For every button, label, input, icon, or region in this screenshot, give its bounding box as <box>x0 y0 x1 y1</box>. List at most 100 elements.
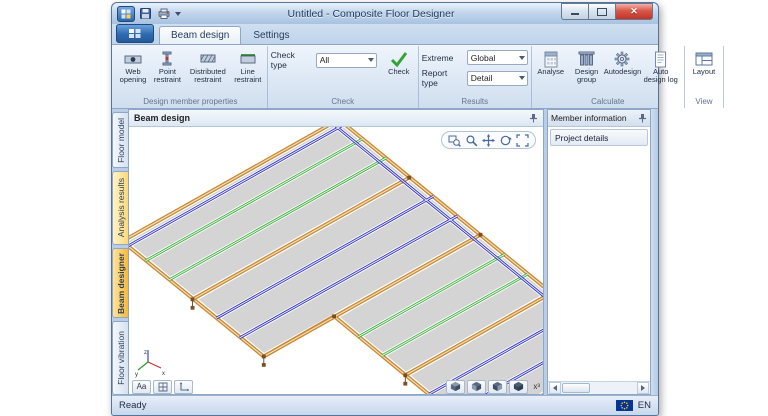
gear-icon <box>614 50 630 68</box>
language-indicator[interactable]: EN <box>638 400 651 411</box>
pan-button[interactable] <box>481 133 496 147</box>
application-menu-button[interactable] <box>116 24 154 43</box>
distributed-restraint-button[interactable]: Distributed restraint <box>186 47 230 85</box>
group-label-results: Results <box>461 97 489 106</box>
check-type-value: All <box>319 55 330 65</box>
scrollbar-thumb[interactable] <box>562 383 590 393</box>
analyse-button[interactable]: Analyse <box>535 47 567 77</box>
scroll-right-button[interactable] <box>637 382 649 394</box>
axis-y-label: y <box>135 372 138 378</box>
layout-label: Layout <box>692 67 716 76</box>
view-front-button[interactable] <box>467 379 487 394</box>
canvas-header: Beam design <box>129 110 543 127</box>
design-group-button[interactable]: Design group <box>569 47 605 85</box>
status-text: Ready <box>119 400 147 411</box>
close-button[interactable]: ✕ <box>615 3 653 20</box>
tab-beam-design[interactable]: Beam design <box>159 26 242 44</box>
sidebar-tab-beam-designer[interactable]: Beam designer <box>112 248 128 318</box>
axes-icon <box>179 382 189 391</box>
point-restraint-button[interactable]: Point restraint <box>151 47 184 85</box>
design-group-label: Design group <box>574 67 599 84</box>
document-icon <box>653 50 668 68</box>
point-restraint-icon <box>158 50 176 68</box>
extreme-value: Global <box>470 52 496 63</box>
axes-toggle-button[interactable] <box>174 379 193 394</box>
minimize-icon <box>571 13 579 15</box>
zoom-window-icon <box>448 135 461 147</box>
view-side-button[interactable] <box>488 379 508 394</box>
canvas-bottom-bar: Aa x³ <box>132 379 540 394</box>
axis-triad: z y x <box>135 350 165 378</box>
member-information-header[interactable]: Member information <box>548 110 650 127</box>
save-icon[interactable] <box>138 7 153 20</box>
report-type-select[interactable]: Detail <box>466 70 528 86</box>
web-opening-button[interactable]: Web opening <box>117 47 149 85</box>
eu-flag-icon <box>615 400 633 411</box>
pin-icon[interactable] <box>529 113 538 123</box>
layout-icon <box>695 50 713 68</box>
sidebar-tab-floor-model[interactable]: Floor model <box>112 112 128 168</box>
check-button[interactable]: Check <box>383 47 415 77</box>
title-bar[interactable]: Untitled - Composite Floor Designer ✕ <box>112 3 658 24</box>
autodesign-button[interactable]: Autodesign <box>604 47 641 77</box>
chevron-down-icon <box>518 55 525 60</box>
horizontal-scrollbar[interactable] <box>548 381 650 394</box>
pin-icon[interactable] <box>638 113 647 123</box>
canvas-title: Beam design <box>134 113 191 123</box>
chevron-down-icon <box>367 58 374 62</box>
app-logo-icon[interactable] <box>117 5 135 22</box>
font-size-button[interactable]: Aa <box>132 379 151 394</box>
app-window: Untitled - Composite Floor Designer ✕ Be… <box>111 2 724 416</box>
view-axonometry-button[interactable] <box>509 379 529 394</box>
print-icon[interactable] <box>156 7 171 20</box>
window-title: Untitled - Composite Floor Designer <box>287 7 455 20</box>
sidebar-tab-analysis-results[interactable]: Analysis results <box>112 171 128 245</box>
cube-top-icon <box>451 381 461 392</box>
floor-3d-view[interactable] <box>129 127 543 394</box>
axis-z-label: z <box>144 350 147 356</box>
grid-toggle-button[interactable] <box>153 379 172 394</box>
extreme-select[interactable]: Global <box>466 50 528 65</box>
view-top-button[interactable] <box>446 379 466 394</box>
cube-axo-icon <box>514 381 524 392</box>
line-restraint-label: Line restraint <box>234 67 262 84</box>
zoom-window-button[interactable] <box>447 133 462 147</box>
ribbon-tab-row: Beam design Settings <box>112 24 658 45</box>
group-check: Check type All Check Check <box>268 46 419 108</box>
side-tab-strip: Floor model Analysis results Beam design… <box>112 109 128 395</box>
maximize-button[interactable] <box>588 3 615 20</box>
analyse-label: Analyse <box>537 67 565 76</box>
distributed-restraint-icon <box>199 50 217 68</box>
design-group-icon <box>578 50 595 68</box>
application-menu-icon <box>129 29 141 38</box>
group-view: Layout View <box>685 46 724 108</box>
line-restraint-icon <box>239 50 257 68</box>
check-type-select[interactable]: All <box>315 52 377 68</box>
project-details-section-header[interactable]: Project details <box>550 129 648 146</box>
extreme-label: Extreme <box>421 52 454 63</box>
orbit-button[interactable] <box>498 133 513 147</box>
member-information-panel: Member information Project details <box>547 109 651 395</box>
scroll-left-button[interactable] <box>549 382 561 394</box>
triangle-right-icon <box>641 385 645 391</box>
model-viewport[interactable]: z y x Aa x³ <box>129 127 543 394</box>
analyse-icon <box>543 50 559 68</box>
check-button-label: Check <box>388 67 410 76</box>
canvas-panel: Beam design z y x Aa x³ <box>128 109 544 395</box>
tab-settings[interactable]: Settings <box>241 26 301 44</box>
maximize-icon <box>597 7 607 16</box>
zoom-fit-button[interactable] <box>515 133 530 147</box>
orbit-icon <box>500 135 512 145</box>
zoom-button[interactable] <box>464 133 479 147</box>
cube-side-icon <box>493 381 503 392</box>
sidebar-tab-floor-vibration[interactable]: Floor vibration <box>112 321 128 395</box>
line-restraint-button[interactable]: Line restraint <box>232 47 264 85</box>
auto-design-log-button[interactable]: Auto design log <box>640 47 680 85</box>
group-label-calculate: Calculate <box>591 97 625 106</box>
window-controls: ✕ <box>561 3 653 20</box>
layout-button[interactable]: Layout <box>688 47 720 77</box>
right-dock-gutter[interactable] <box>651 109 658 395</box>
minimize-button[interactable] <box>561 3 588 20</box>
grid-icon <box>158 382 167 391</box>
zoom-fit-icon <box>516 133 529 147</box>
